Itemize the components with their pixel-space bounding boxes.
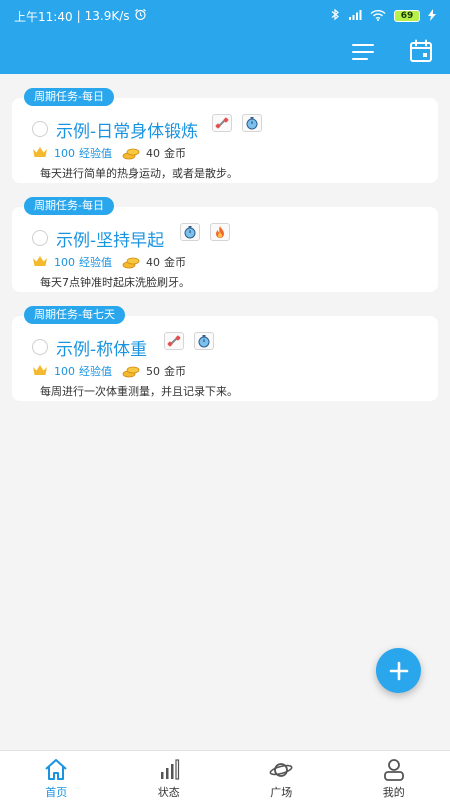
bottom-nav: 首页 状态 广场 我的 <box>0 750 450 800</box>
gold-coin-icon <box>122 147 140 160</box>
task-complete-radio[interactable] <box>32 339 48 355</box>
gold-label: 金币 <box>164 256 186 269</box>
task-item[interactable]: 周期任务-每七天 示例-称体重 100 经验值 50 金币 每周进行一次体重测量… <box>0 306 450 415</box>
crown-icon <box>32 255 48 270</box>
exp-label: 经验值 <box>79 147 112 160</box>
status-time: 上午11:40 <box>14 9 73 24</box>
task-title: 示例-日常身体锻炼 <box>56 122 199 142</box>
dumbbell-icon <box>164 332 184 350</box>
tab-mine[interactable]: 我的 <box>338 751 450 800</box>
calendar-icon[interactable] <box>408 38 434 64</box>
status-separator: | <box>76 9 81 23</box>
task-item[interactable]: 周期任务-每日 示例-日常身体锻炼 100 经验值 40 金币 每天进行简单的热… <box>0 88 450 197</box>
stopwatch-icon <box>180 223 200 241</box>
add-task-button[interactable] <box>376 648 421 693</box>
gold-coin-icon <box>122 365 140 378</box>
gold-value: 50 <box>146 364 160 378</box>
app-bar <box>0 32 450 74</box>
fire-icon <box>210 223 230 241</box>
dumbbell-icon <box>212 114 232 132</box>
bar-chart-icon <box>160 759 179 780</box>
home-icon <box>45 759 67 780</box>
exp-label: 经验值 <box>79 365 112 378</box>
exp-value: 100 <box>54 255 75 269</box>
battery-indicator: 69 <box>394 10 420 22</box>
exp-label: 经验值 <box>79 256 112 269</box>
task-description: 每周进行一次体重测量，并且记录下来。 <box>40 385 238 398</box>
charging-icon <box>428 8 436 24</box>
stopwatch-icon <box>242 114 262 132</box>
task-description: 每天7点钟准时起床洗脸刷牙。 <box>40 276 190 289</box>
tab-plaza[interactable]: 广场 <box>225 751 338 800</box>
exp-value: 100 <box>54 146 75 160</box>
plus-icon <box>389 661 408 680</box>
signal-icon <box>348 9 362 24</box>
planet-icon <box>269 763 293 777</box>
task-complete-radio[interactable] <box>32 121 48 137</box>
gold-coin-icon <box>122 256 140 269</box>
status-net-speed: 13.9K/s <box>84 9 130 23</box>
tab-home-label: 首页 <box>45 786 68 799</box>
task-title: 示例-称体重 <box>56 340 148 360</box>
task-description: 每天进行简单的热身运动，或者是散步。 <box>40 167 238 180</box>
alarm-icon <box>134 8 147 24</box>
menu-icon[interactable] <box>348 40 378 66</box>
task-complete-radio[interactable] <box>32 230 48 246</box>
crown-icon <box>32 146 48 161</box>
gold-value: 40 <box>146 255 160 269</box>
tab-home[interactable]: 首页 <box>0 751 113 800</box>
exp-value: 100 <box>54 364 75 378</box>
tab-plaza-label: 广场 <box>270 786 293 799</box>
tab-status[interactable]: 状态 <box>113 751 226 800</box>
bluetooth-icon <box>330 8 340 24</box>
task-cycle-chip: 周期任务-每日 <box>24 197 114 215</box>
gold-value: 40 <box>146 146 160 160</box>
person-icon <box>383 759 404 781</box>
crown-icon <box>32 364 48 379</box>
wifi-icon <box>370 9 386 24</box>
task-title: 示例-坚持早起 <box>56 231 165 251</box>
tab-status-label: 状态 <box>157 786 180 799</box>
gold-label: 金币 <box>164 147 186 160</box>
status-bar: 上午11:40 | 13.9K/s 69 <box>0 0 450 32</box>
tab-mine-label: 我的 <box>382 786 405 799</box>
task-cycle-chip: 周期任务-每七天 <box>24 306 125 324</box>
stopwatch-icon <box>194 332 214 350</box>
task-item[interactable]: 周期任务-每日 示例-坚持早起 100 经验值 40 金币 每天7点钟准时起床洗… <box>0 197 450 306</box>
gold-label: 金币 <box>164 365 186 378</box>
task-cycle-chip: 周期任务-每日 <box>24 88 114 106</box>
task-list: 周期任务-每日 示例-日常身体锻炼 100 经验值 40 金币 每天进行简单的热… <box>0 88 450 415</box>
